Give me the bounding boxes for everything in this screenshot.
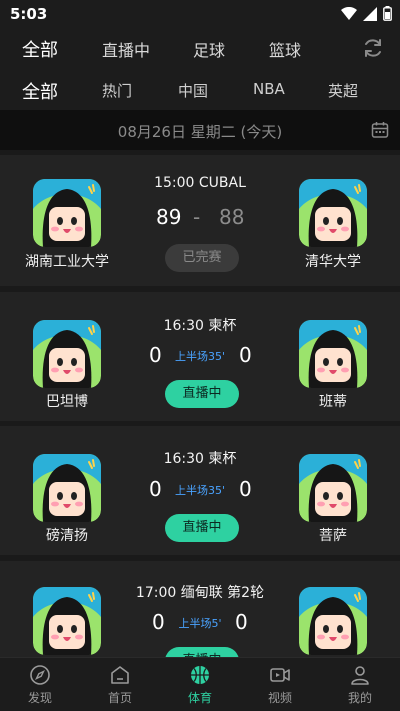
nav-me[interactable]: 我的 (320, 658, 400, 711)
nav-home-label: 首页 (107, 691, 132, 705)
away-team-name: 班蒂 (319, 394, 347, 410)
away-team-logo (299, 587, 367, 655)
tab-basketball[interactable]: 篮球 (269, 37, 301, 61)
nav-discover-label: 发现 (27, 691, 52, 705)
league-tab-hot[interactable]: 热门 (102, 80, 132, 101)
refresh-icon[interactable] (362, 37, 384, 59)
tab-all[interactable]: 全部 (22, 36, 58, 62)
date-label: 08月26日 星期二 (今天) (117, 123, 283, 141)
score-separator: - (193, 205, 201, 229)
match-card[interactable]: 巴坦博 16:30 柬杯 0 上半场35' 0 直播中 班蒂 (0, 292, 400, 421)
basketball-icon (191, 666, 209, 684)
home-team-name: 磅清扬 (46, 528, 88, 544)
match-time-league: 16:30 柬杯 (163, 451, 237, 467)
nav-me-label: 我的 (347, 691, 372, 705)
nav-video[interactable]: 视频 (240, 658, 320, 711)
away-score: 0 (239, 343, 252, 367)
battery-icon (383, 6, 392, 21)
match-time-league: 16:30 柬杯 (163, 318, 237, 334)
away-score: 0 (239, 477, 252, 501)
nav-sports[interactable]: 体育 (160, 658, 240, 711)
away-score: 88 (219, 205, 245, 229)
home-team-logo (33, 454, 101, 522)
nav-video-label: 视频 (267, 691, 292, 705)
home-icon (111, 666, 129, 684)
status-bar: 5:03 (0, 0, 400, 28)
home-team-logo (33, 587, 101, 655)
match-time-league: 17:00 缅甸联 第2轮 (135, 585, 265, 601)
match-card[interactable]: 湖南工业大学 15:00 CUBAL 89 - 88 已完赛 清华大学 (0, 155, 400, 286)
league-tab-epl[interactable]: 英超 (328, 80, 358, 101)
tab-live[interactable]: 直播中 (102, 37, 150, 61)
tab-football[interactable]: 足球 (193, 37, 225, 61)
bottom-nav: 发现 首页 体育 视频 我的 (0, 657, 400, 711)
match-phase: 上半场35' (174, 484, 226, 497)
home-score: 89 (156, 205, 182, 229)
calendar-icon[interactable] (371, 121, 389, 139)
match-time-league: 15:00 CUBAL (154, 175, 246, 191)
match-phase: 上半场35' (174, 350, 226, 363)
away-team-name: 菩萨 (319, 528, 347, 544)
date-bar: 08月26日 星期二 (今天) (0, 110, 400, 150)
primary-tabs: 全部 直播中 足球 篮球 (0, 28, 400, 70)
nav-sports-label: 体育 (187, 691, 212, 705)
status-icons (341, 6, 392, 21)
nav-home[interactable]: 首页 (80, 658, 160, 711)
away-score: 0 (235, 610, 248, 634)
home-team-logo (33, 179, 101, 247)
signal-icon (363, 6, 377, 21)
league-tab-china[interactable]: 中国 (178, 80, 208, 101)
away-team-logo (299, 454, 367, 522)
finished-button[interactable]: 已完赛 (165, 244, 239, 272)
status-time: 5:03 (10, 5, 48, 23)
away-team-logo (299, 320, 367, 388)
league-tab-all[interactable]: 全部 (22, 78, 58, 104)
compass-icon (30, 665, 50, 685)
home-team-logo (33, 320, 101, 388)
person-icon (351, 666, 369, 685)
wifi-icon (341, 6, 357, 20)
live-button[interactable]: 直播中 (165, 647, 239, 657)
match-card[interactable]: 17:00 缅甸联 第2轮 0 上半场5' 0 直播中 (0, 561, 400, 657)
live-button[interactable]: 直播中 (165, 514, 239, 542)
away-team-logo (299, 179, 367, 247)
home-team-name: 湖南工业大学 (25, 254, 109, 270)
league-tab-nba[interactable]: NBA (253, 80, 285, 98)
league-tabs: 全部 热门 中国 NBA 英超 (0, 70, 400, 110)
home-team-name: 巴坦博 (46, 394, 88, 410)
away-team-name: 清华大学 (305, 254, 361, 270)
video-icon (270, 668, 290, 682)
live-button[interactable]: 直播中 (165, 380, 239, 408)
match-card[interactable]: 磅清扬 16:30 柬杯 0 上半场35' 0 直播中 菩萨 (0, 426, 400, 555)
nav-discover[interactable]: 发现 (0, 658, 80, 711)
